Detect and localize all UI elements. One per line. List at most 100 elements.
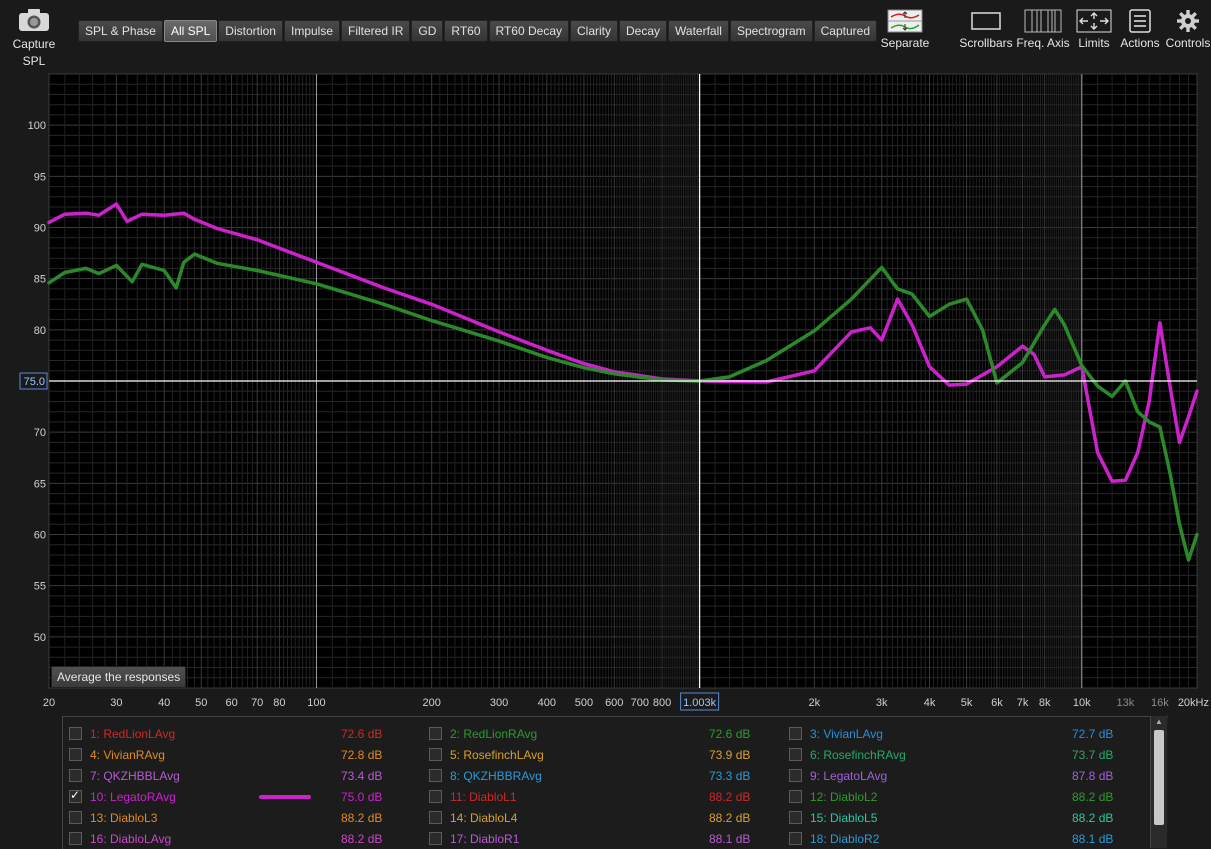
y-tick-label: 100	[28, 120, 46, 132]
legend-item-label: 4: VivianRAvg	[90, 747, 165, 762]
actions-button[interactable]: Actions	[1118, 8, 1162, 50]
legend-item-value: 88.2 dB	[709, 810, 751, 825]
legend-item: 6: RosefinchRAvg 73.7 dB	[789, 744, 1139, 765]
legend-item-value: 88.2 dB	[341, 810, 383, 825]
freq-axis-label: Freq. Axis	[1016, 36, 1070, 50]
limits-label: Limits	[1078, 36, 1110, 50]
measurement-legend: 1: RedLionLAvg 72.6 dB 2: RedLionRAvg 72.6 …	[62, 716, 1168, 849]
tab-filtered-ir[interactable]: Filtered IR	[341, 20, 411, 42]
x-tick-label: 400	[538, 697, 556, 709]
legend-item-label: 13: DiabloL3	[90, 810, 158, 825]
legend-item-label: 18: DiabloR2	[810, 831, 880, 846]
graph-tabs: SPL & Phase All SPL Distortion Impulse Filte…	[78, 20, 878, 42]
cursor-y-label: 75.0	[24, 376, 45, 388]
legend-checkbox[interactable]	[69, 811, 82, 824]
legend-item: 4: VivianRAvg 72.8 dB	[69, 744, 419, 765]
legend-checkbox[interactable]	[789, 811, 802, 824]
y-tick-label: 95	[34, 171, 46, 183]
tab-spectrogram[interactable]: Spectrogram	[729, 20, 813, 42]
legend-item-value: 73.4 dB	[341, 768, 383, 783]
legend-item-value: 88.1 dB	[1072, 831, 1114, 846]
legend-item-label: 5: RosefinchLAvg	[450, 747, 544, 762]
controls-button[interactable]: Controls	[1165, 8, 1211, 50]
legend-item-value: 73.3 dB	[709, 768, 751, 783]
tab-captured[interactable]: Captured	[813, 20, 878, 42]
tab-decay[interactable]: Decay	[619, 20, 668, 42]
legend-item-value: 73.9 dB	[709, 747, 751, 762]
legend-checkbox[interactable]	[69, 727, 82, 740]
legend-item-label: 9: LegatoLAvg	[810, 768, 888, 783]
x-tick-label: 70	[251, 697, 263, 709]
legend-item-label: 14: DiabloL4	[450, 810, 518, 825]
separate-icon	[887, 9, 923, 33]
capture-label: Capture	[12, 37, 56, 51]
actions-icon	[1129, 9, 1151, 33]
x-tick-label: 8k	[1039, 697, 1051, 709]
legend-item: 14: DiabloL4 88.2 dB	[429, 807, 779, 828]
legend-checkbox[interactable]	[429, 769, 442, 782]
legend-checkbox[interactable]	[429, 832, 442, 845]
legend-checkbox[interactable]	[429, 790, 442, 803]
average-responses-button[interactable]: Average the responses	[51, 666, 187, 688]
freq-axis-button[interactable]: Freq. Axis	[1016, 8, 1070, 50]
legend-item-label: 6: RosefinchRAvg	[810, 747, 906, 762]
legend-item: 15: DiabloL5 88.2 dB	[789, 807, 1139, 828]
x-tick-label: 80	[273, 697, 285, 709]
tab-spl-phase[interactable]: SPL & Phase	[78, 20, 163, 42]
separate-button[interactable]: Separate	[878, 8, 932, 50]
tab-rt60-decay[interactable]: RT60 Decay	[488, 20, 569, 42]
tab-waterfall[interactable]: Waterfall	[668, 20, 729, 42]
limits-button[interactable]: Limits	[1073, 8, 1115, 50]
legend-item: 10: LegatoRAvg75.0 dB	[69, 786, 419, 807]
limits-icon	[1076, 9, 1112, 33]
x-tick-label: 7k	[1017, 697, 1029, 709]
legend-checkbox[interactable]	[789, 832, 802, 845]
legend-color-swatch	[259, 795, 311, 799]
legend-checkbox[interactable]	[789, 769, 802, 782]
legend-item-label: 2: RedLionRAvg	[450, 726, 538, 741]
x-tick-label: 3k	[876, 697, 888, 709]
y-tick-label: 65	[34, 478, 46, 490]
legend-scrollbar[interactable]: ▲	[1150, 716, 1167, 848]
tab-rt60[interactable]: RT60	[444, 20, 488, 42]
x-tick-label: 200	[422, 697, 440, 709]
camera-icon	[19, 9, 49, 31]
x-tick-label: 600	[605, 697, 623, 709]
legend-item-value: 87.8 dB	[1072, 768, 1114, 783]
legend-checkbox[interactable]	[429, 811, 442, 824]
scrollbar-thumb[interactable]	[1154, 730, 1164, 825]
legend-checkbox[interactable]	[69, 748, 82, 761]
scroll-up-arrow-icon[interactable]: ▲	[1151, 716, 1167, 728]
tab-impulse[interactable]: Impulse	[283, 20, 341, 42]
scrollbars-button[interactable]: Scrollbars	[955, 8, 1017, 50]
legend-checkbox[interactable]	[69, 788, 82, 803]
legend-item-value: 88.1 dB	[709, 831, 751, 846]
legend-checkbox[interactable]	[429, 727, 442, 740]
legend-item-value: 88.2 dB	[1072, 789, 1114, 804]
legend-checkbox[interactable]	[69, 769, 82, 782]
x-tick-label: 60	[225, 697, 237, 709]
legend-item-label: 12: DiabloL2	[810, 789, 878, 804]
legend-checkbox[interactable]	[69, 832, 82, 845]
legend-checkbox[interactable]	[789, 748, 802, 761]
spl-graph[interactable]: 100 95 90 85 80 70 65 60 55 50 20 30 40 50 60 70 80 100 20…	[0, 70, 1211, 716]
legend-item-value: 73.7 dB	[1072, 747, 1114, 762]
legend-item: 3: VivianLAvg 72.7 dB	[789, 723, 1139, 744]
y-tick-label: 60	[34, 530, 46, 542]
legend-checkbox[interactable]	[789, 790, 802, 803]
capture-button[interactable]: Capture SPL	[6, 6, 62, 70]
legend-checkbox[interactable]	[789, 727, 802, 740]
legend-item-value: 88.2 dB	[341, 831, 383, 846]
tab-gd[interactable]: GD	[411, 20, 444, 42]
legend-checkbox[interactable]	[429, 748, 442, 761]
x-tick-label: 16k	[1151, 697, 1169, 709]
x-tick-label: 30	[110, 697, 122, 709]
tab-distortion[interactable]: Distortion	[218, 20, 283, 42]
legend-item: 7: QKZHBBLAvg 73.4 dB	[69, 765, 419, 786]
tab-all-spl[interactable]: All SPL	[163, 20, 218, 42]
x-tick-label: 700	[631, 697, 649, 709]
legend-item-label: 3: VivianLAvg	[810, 726, 883, 741]
x-tick-label: 5k	[961, 697, 973, 709]
tab-clarity[interactable]: Clarity	[570, 20, 619, 42]
scrollbars-label: Scrollbars	[959, 36, 1013, 50]
